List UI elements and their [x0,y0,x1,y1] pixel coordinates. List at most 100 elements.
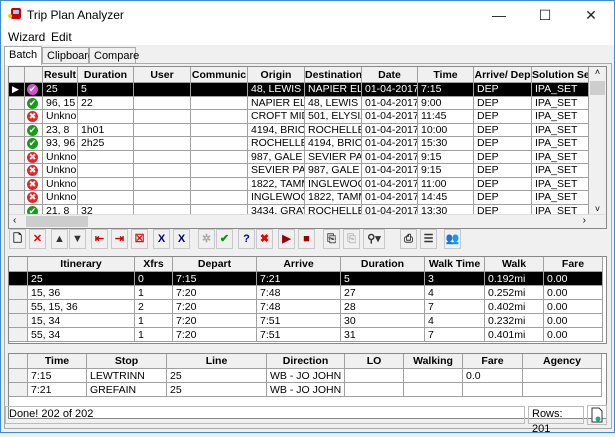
grid-cell[interactable]: 55, 34 [28,328,135,342]
grid-cell[interactable]: 01-04-2017 [362,150,418,164]
grid-cell[interactable]: 7:48 [257,300,341,314]
scroll-up-icon[interactable]: ˄ [589,67,606,77]
column-header[interactable]: Agency [523,354,602,369]
grid-cell[interactable]: IPA_SET [532,191,589,205]
grid-cell[interactable]: 30 [341,314,425,328]
grid-cell[interactable] [134,96,191,110]
grid-cell[interactable]: 0.0 [463,369,523,383]
grid-cell[interactable]: NAPIER ELE [305,83,362,97]
grid-cell[interactable]: ROCHELLE [305,123,362,137]
grid-cell[interactable]: 25 [28,272,135,286]
grid-cell[interactable]: SEVIER PAR [248,164,305,178]
row-header[interactable] [9,286,28,300]
grid-cell[interactable]: 01-04-2017 [362,123,418,137]
grid-cell[interactable]: WB - JO JOHN [267,369,345,383]
maximize-button[interactable]: ☐ [522,1,568,29]
column-header[interactable]: Walk Time [425,257,485,272]
row-header[interactable] [9,123,25,137]
horizontal-scrollbar[interactable]: ‹ › [9,214,606,228]
scroll-thumb[interactable] [590,81,605,95]
grid-cell[interactable]: 4 [425,286,485,300]
grid-cell[interactable]: 0.402mi [485,300,544,314]
grid-cell[interactable]: 1h01 [78,123,134,137]
grid-cell[interactable]: 7:20 [173,286,257,300]
grid-cell[interactable]: Unkno [43,177,78,191]
grid-cell[interactable]: 1 [135,328,173,342]
grid-cell[interactable]: 7:20 [173,314,257,328]
list-button[interactable]: ☰ [420,229,437,249]
help-button[interactable]: ? [238,229,255,249]
grid-cell[interactable]: NAPIER ELE [248,96,305,110]
grid-cell[interactable] [134,191,191,205]
grid-cell[interactable]: DEP [474,150,532,164]
grid-cell[interactable]: 11:00 [418,177,474,191]
column-header[interactable]: User [134,67,191,83]
grid-cell[interactable]: 0 [135,272,173,286]
grid-cell[interactable] [191,191,248,205]
grid-cell[interactable]: 0.232mi [485,314,544,328]
grid-cell[interactable]: CROFT MIDD [248,110,305,124]
grid-cell[interactable]: 01-04-2017 [362,164,418,178]
grid-cell[interactable]: 96, 15 [43,96,78,110]
grid-cell[interactable]: 15, 36 [28,286,135,300]
grid-cell[interactable]: 01-04-2017 [362,177,418,191]
grid-cell[interactable]: Unkno [43,164,78,178]
grid-cell[interactable]: DEP [474,191,532,205]
grid-cell[interactable]: 9:15 [418,164,474,178]
minimize-button[interactable]: — [476,1,522,29]
grid-cell[interactable]: WB - JO JOHN [267,383,345,397]
stop-button[interactable]: ■ [298,229,315,249]
grid-cell[interactable]: 1 [135,314,173,328]
close-button[interactable]: ✕ [568,1,614,29]
grid-cell[interactable]: DEP [474,137,532,151]
grid-cell[interactable]: 28 [341,300,425,314]
grid-cell[interactable] [134,150,191,164]
scroll-down-icon[interactable]: ˅ [589,204,606,214]
column-header[interactable]: Direction [267,354,345,369]
column-header[interactable]: Arrive/ Dep [474,67,532,83]
grid-cell[interactable]: IPA_SET [532,150,589,164]
grid-cell[interactable] [191,137,248,151]
column-header[interactable]: Depart [173,257,257,272]
grid-cell[interactable] [523,383,602,397]
grid-cell[interactable]: 1822, TAMM [248,177,305,191]
column-header[interactable]: Time [418,67,474,83]
row-header[interactable] [9,110,25,124]
grid-cell[interactable]: IPA_SET [532,123,589,137]
grid-cell[interactable]: IPA_SET [532,137,589,151]
grid-cell[interactable]: 7:51 [257,314,341,328]
scroll-right-icon[interactable]: › [583,215,586,226]
grid-cell[interactable]: 2h25 [78,137,134,151]
column-header[interactable]: Walk [485,257,544,272]
grid-cell[interactable]: 25 [167,369,267,383]
column-header[interactable]: Fare [463,354,523,369]
grid-cell[interactable]: IPA_SET [532,164,589,178]
grid-cell[interactable]: INGLEWOO [305,177,362,191]
grid-cell[interactable]: Unkno [43,150,78,164]
column-header[interactable]: Xfrs [135,257,173,272]
grid-cell[interactable]: 0.00 [544,286,603,300]
print-button[interactable]: ⎙ [400,229,417,249]
column-header[interactable]: Fare [544,257,603,272]
batch-grid[interactable]: Result Duration User Communic Origin Destinat… [8,66,607,229]
filter-dropdown-button[interactable]: ⚲▾ [363,229,385,249]
play-button[interactable]: ▶ [278,229,295,249]
grid-cell[interactable] [134,177,191,191]
grid-cell[interactable]: IPA_SET [532,96,589,110]
row-header[interactable] [9,137,25,151]
vertical-scrollbar[interactable]: ˄ ˅ [589,67,606,214]
row-header[interactable] [9,177,25,191]
check-button[interactable]: ✔ [216,229,233,249]
column-header[interactable]: Line [167,354,267,369]
grid-cell[interactable]: DEP [474,96,532,110]
row-header[interactable] [9,272,28,286]
grid-cell[interactable] [523,369,602,383]
menu-edit[interactable]: Edit [51,30,72,44]
row-header[interactable]: ▶ [9,83,25,97]
grid-cell[interactable]: 5 [341,272,425,286]
itinerary-grid[interactable]: Itinerary Xfrs Depart Arrive Duration Walk Ti… [8,256,607,344]
row-header[interactable] [9,96,25,110]
move-down-button[interactable]: ▼ [69,229,86,249]
grid-cell[interactable]: 1822, TAMM [305,191,362,205]
grid-cell[interactable] [134,164,191,178]
